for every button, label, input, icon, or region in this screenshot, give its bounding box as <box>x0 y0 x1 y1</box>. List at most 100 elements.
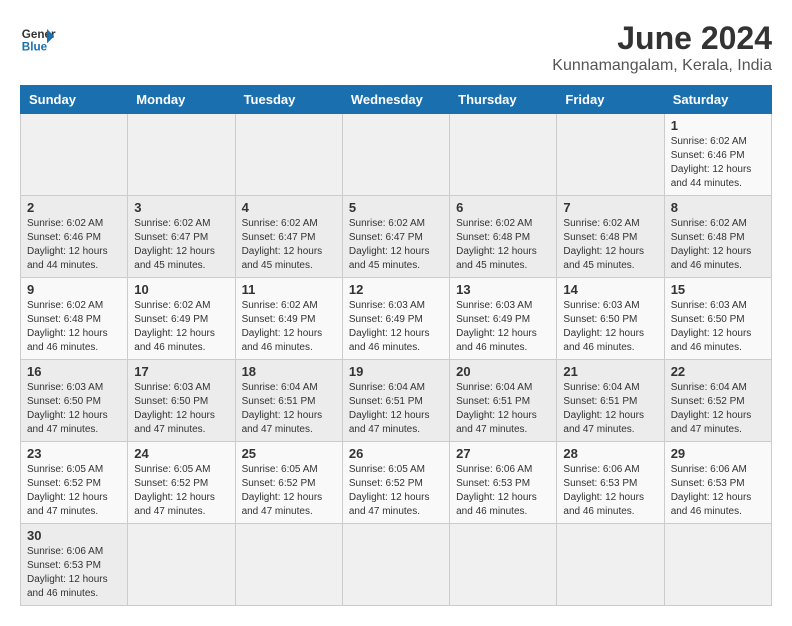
day-number: 1 <box>671 118 765 133</box>
day-header-wednesday: Wednesday <box>342 86 449 114</box>
day-info: Sunrise: 6:04 AMSunset: 6:51 PMDaylight:… <box>563 381 657 437</box>
calendar-subtitle: Kunnamangalam, Kerala, India <box>552 57 772 75</box>
calendar-cell: 19 Sunrise: 6:04 AMSunset: 6:51 PMDayligh… <box>342 360 449 442</box>
calendar-cell: 23 Sunrise: 6:05 AMSunset: 6:52 PMDayligh… <box>21 442 128 524</box>
calendar-cell <box>450 114 557 196</box>
day-number: 16 <box>27 364 121 379</box>
calendar-cell: 8Sunrise: 6:02 AMSunset: 6:48 PMDaylight… <box>664 196 771 278</box>
day-info: Sunrise: 6:02 AMSunset: 6:48 PMDaylight:… <box>563 217 657 273</box>
calendar-cell: 30 Sunrise: 6:06 AMSunset: 6:53 PMDayligh… <box>21 524 128 606</box>
day-info: Sunrise: 6:05 AMSunset: 6:52 PMDaylight:… <box>242 463 336 519</box>
day-number: 19 <box>349 364 443 379</box>
calendar-cell: 27Sunrise: 6:06 AMSunset: 6:53 PMDayligh… <box>450 442 557 524</box>
calendar-cell <box>21 114 128 196</box>
calendar-cell: 7 Sunrise: 6:02 AMSunset: 6:48 PMDaylight… <box>557 196 664 278</box>
day-info: Sunrise: 6:04 AMSunset: 6:51 PMDaylight:… <box>456 381 550 437</box>
day-info: Sunrise: 6:04 AMSunset: 6:52 PMDaylight:… <box>671 381 765 437</box>
day-info: Sunrise: 6:06 AMSunset: 6:53 PMDaylight:… <box>456 463 550 519</box>
day-header-sunday: Sunday <box>21 86 128 114</box>
calendar-cell <box>557 524 664 606</box>
day-number: 15 <box>671 282 765 297</box>
calendar-cell: 20 Sunrise: 6:04 AMSunset: 6:51 PMDayligh… <box>450 360 557 442</box>
day-number: 21 <box>563 364 657 379</box>
logo: General Blue <box>20 20 56 56</box>
calendar-cell: 6 Sunrise: 6:02 AMSunset: 6:48 PMDaylight… <box>450 196 557 278</box>
calendar-cell: 2 Sunrise: 6:02 AMSunset: 6:46 PMDaylight… <box>21 196 128 278</box>
day-info: Sunrise: 6:02 AMSunset: 6:48 PMDaylight:… <box>27 299 121 355</box>
day-number: 4 <box>242 200 336 215</box>
day-info: Sunrise: 6:03 AMSunset: 6:49 PMDaylight:… <box>456 299 550 355</box>
day-info: Sunrise: 6:03 AMSunset: 6:50 PMDaylight:… <box>671 299 765 355</box>
day-number: 7 <box>563 200 657 215</box>
day-number: 6 <box>456 200 550 215</box>
calendar-header-row: SundayMondayTuesdayWednesdayThursdayFrid… <box>21 86 772 114</box>
day-number: 9 <box>27 282 121 297</box>
calendar-cell <box>235 524 342 606</box>
day-info: Sunrise: 6:02 AMSunset: 6:46 PMDaylight:… <box>671 135 765 191</box>
calendar-table: SundayMondayTuesdayWednesdayThursdayFrid… <box>20 85 772 606</box>
calendar-cell: 28 Sunrise: 6:06 AMSunset: 6:53 PMDayligh… <box>557 442 664 524</box>
day-number: 13 <box>456 282 550 297</box>
page-header: General Blue June 2024 Kunnamangalam, Ke… <box>20 20 772 75</box>
calendar-cell: 9 Sunrise: 6:02 AMSunset: 6:48 PMDaylight… <box>21 278 128 360</box>
day-number: 24 <box>134 446 228 461</box>
calendar-cell <box>557 114 664 196</box>
day-number: 2 <box>27 200 121 215</box>
day-header-tuesday: Tuesday <box>235 86 342 114</box>
day-info: Sunrise: 6:06 AMSunset: 6:53 PMDaylight:… <box>563 463 657 519</box>
calendar-cell <box>450 524 557 606</box>
day-number: 11 <box>242 282 336 297</box>
calendar-cell <box>664 524 771 606</box>
day-number: 25 <box>242 446 336 461</box>
day-info: Sunrise: 6:02 AMSunset: 6:48 PMDaylight:… <box>456 217 550 273</box>
day-info: Sunrise: 6:05 AMSunset: 6:52 PMDaylight:… <box>134 463 228 519</box>
day-info: Sunrise: 6:02 AMSunset: 6:47 PMDaylight:… <box>349 217 443 273</box>
day-info: Sunrise: 6:02 AMSunset: 6:49 PMDaylight:… <box>134 299 228 355</box>
day-number: 30 <box>27 528 121 543</box>
day-number: 5 <box>349 200 443 215</box>
svg-text:Blue: Blue <box>22 41 48 54</box>
calendar-cell: 29Sunrise: 6:06 AMSunset: 6:53 PMDayligh… <box>664 442 771 524</box>
day-info: Sunrise: 6:05 AMSunset: 6:52 PMDaylight:… <box>349 463 443 519</box>
calendar-cell: 22Sunrise: 6:04 AMSunset: 6:52 PMDayligh… <box>664 360 771 442</box>
calendar-cell: 3 Sunrise: 6:02 AMSunset: 6:47 PMDaylight… <box>128 196 235 278</box>
calendar-week-row: 9 Sunrise: 6:02 AMSunset: 6:48 PMDaylight… <box>21 278 772 360</box>
calendar-cell: 24 Sunrise: 6:05 AMSunset: 6:52 PMDayligh… <box>128 442 235 524</box>
day-number: 18 <box>242 364 336 379</box>
day-number: 10 <box>134 282 228 297</box>
day-info: Sunrise: 6:02 AMSunset: 6:47 PMDaylight:… <box>242 217 336 273</box>
calendar-cell <box>342 114 449 196</box>
calendar-week-row: 1 Sunrise: 6:02 AMSunset: 6:46 PMDaylight… <box>21 114 772 196</box>
calendar-cell: 15 Sunrise: 6:03 AMSunset: 6:50 PMDayligh… <box>664 278 771 360</box>
day-info: Sunrise: 6:04 AMSunset: 6:51 PMDaylight:… <box>242 381 336 437</box>
day-info: Sunrise: 6:03 AMSunset: 6:50 PMDaylight:… <box>134 381 228 437</box>
day-header-monday: Monday <box>128 86 235 114</box>
day-number: 28 <box>563 446 657 461</box>
calendar-cell: 12Sunrise: 6:03 AMSunset: 6:49 PMDayligh… <box>342 278 449 360</box>
calendar-cell: 1 Sunrise: 6:02 AMSunset: 6:46 PMDaylight… <box>664 114 771 196</box>
day-info: Sunrise: 6:06 AMSunset: 6:53 PMDaylight:… <box>27 545 121 601</box>
calendar-cell: 13 Sunrise: 6:03 AMSunset: 6:49 PMDayligh… <box>450 278 557 360</box>
calendar-cell <box>235 114 342 196</box>
calendar-week-row: 2 Sunrise: 6:02 AMSunset: 6:46 PMDaylight… <box>21 196 772 278</box>
calendar-cell: 5 Sunrise: 6:02 AMSunset: 6:47 PMDaylight… <box>342 196 449 278</box>
calendar-cell: 26Sunrise: 6:05 AMSunset: 6:52 PMDayligh… <box>342 442 449 524</box>
day-number: 23 <box>27 446 121 461</box>
calendar-week-row: 16 Sunrise: 6:03 AMSunset: 6:50 PMDayligh… <box>21 360 772 442</box>
day-info: Sunrise: 6:02 AMSunset: 6:46 PMDaylight:… <box>27 217 121 273</box>
day-info: Sunrise: 6:05 AMSunset: 6:52 PMDaylight:… <box>27 463 121 519</box>
day-header-friday: Friday <box>557 86 664 114</box>
day-number: 3 <box>134 200 228 215</box>
calendar-cell: 25 Sunrise: 6:05 AMSunset: 6:52 PMDayligh… <box>235 442 342 524</box>
day-number: 20 <box>456 364 550 379</box>
day-info: Sunrise: 6:04 AMSunset: 6:51 PMDaylight:… <box>349 381 443 437</box>
calendar-cell: 11Sunrise: 6:02 AMSunset: 6:49 PMDayligh… <box>235 278 342 360</box>
calendar-cell: 4 Sunrise: 6:02 AMSunset: 6:47 PMDaylight… <box>235 196 342 278</box>
day-info: Sunrise: 6:02 AMSunset: 6:47 PMDaylight:… <box>134 217 228 273</box>
general-blue-logo-icon: General Blue <box>20 20 56 56</box>
day-info: Sunrise: 6:03 AMSunset: 6:50 PMDaylight:… <box>563 299 657 355</box>
day-info: Sunrise: 6:03 AMSunset: 6:50 PMDaylight:… <box>27 381 121 437</box>
calendar-cell: 21 Sunrise: 6:04 AMSunset: 6:51 PMDayligh… <box>557 360 664 442</box>
day-header-saturday: Saturday <box>664 86 771 114</box>
day-number: 14 <box>563 282 657 297</box>
